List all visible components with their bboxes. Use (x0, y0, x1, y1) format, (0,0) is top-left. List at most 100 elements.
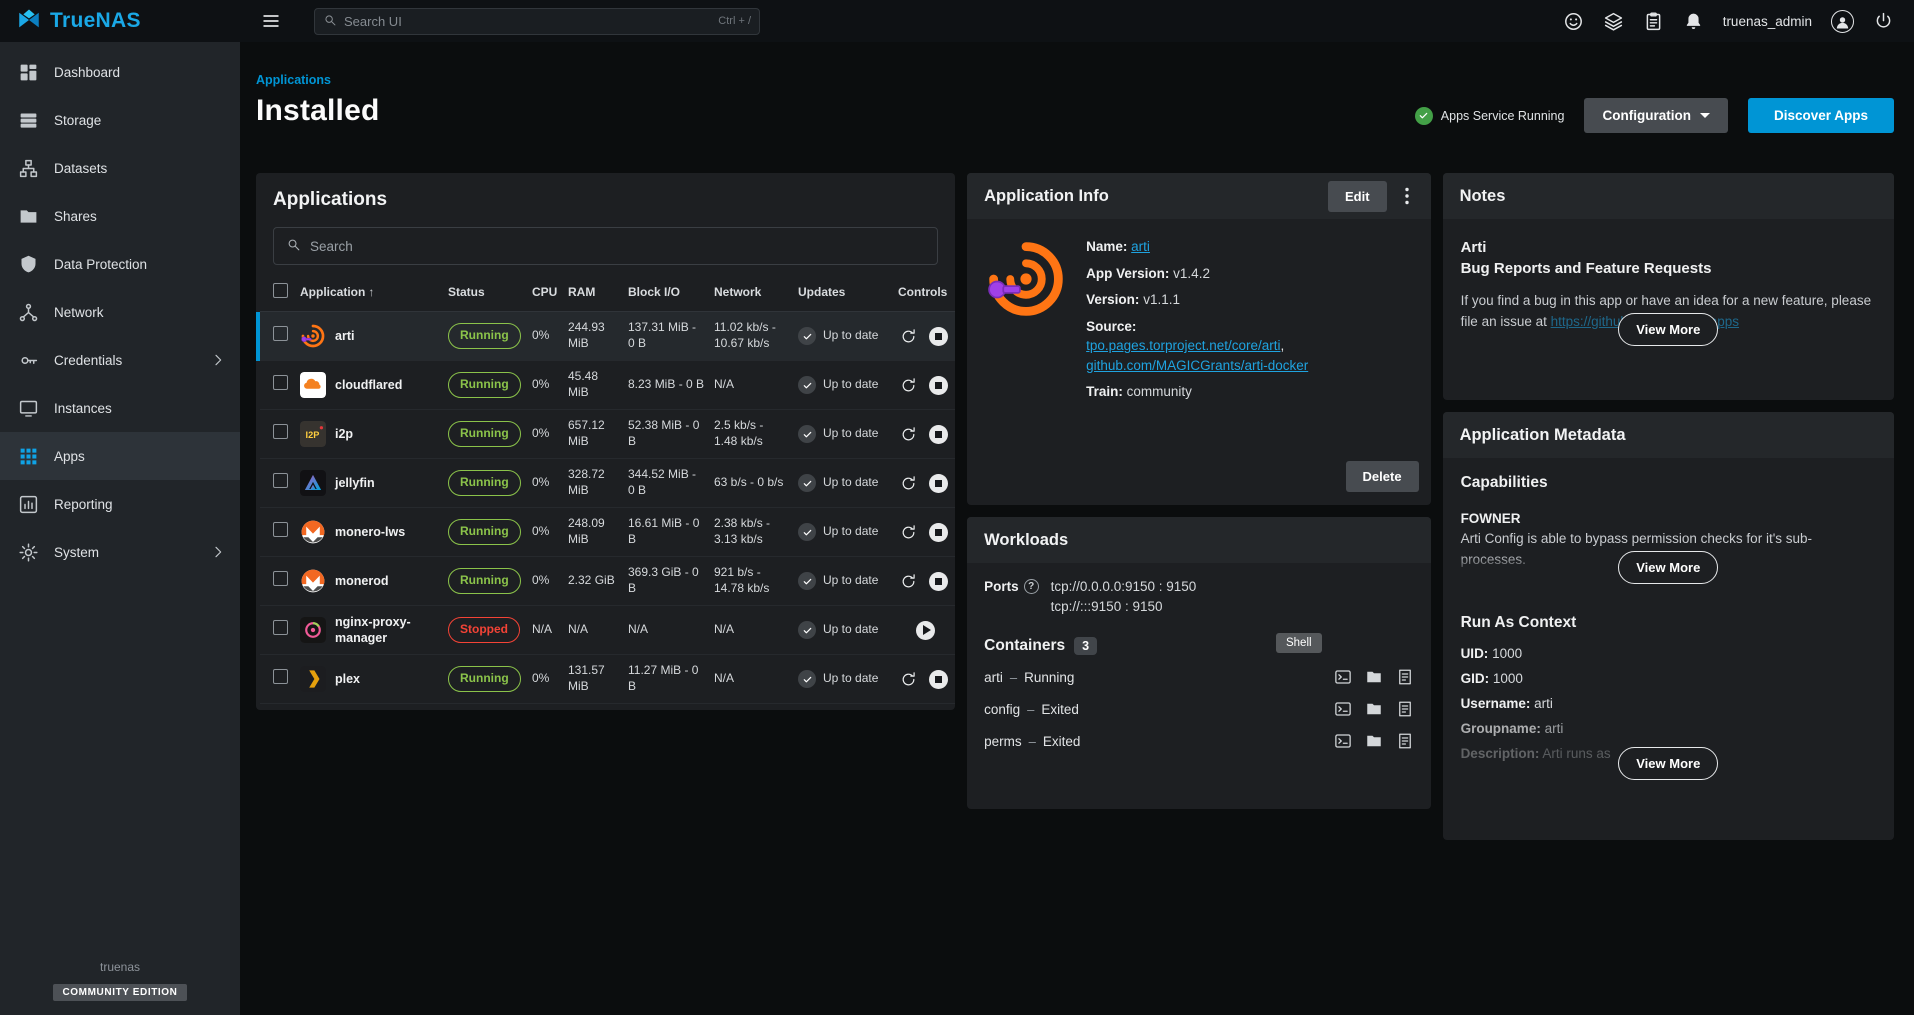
stop-button[interactable] (929, 474, 948, 493)
app-row-cloudflared[interactable]: cloudflared Running 0% 45.48 MiB 8.23 Mi… (258, 361, 955, 410)
row-checkbox[interactable] (273, 571, 288, 586)
jobs-layers-icon[interactable] (1603, 11, 1624, 32)
row-checkbox[interactable] (273, 522, 288, 537)
stop-button[interactable] (929, 670, 948, 689)
app-row-nginx-proxy-manager[interactable]: nginx-proxy-manager Stopped N/A N/A N/A … (258, 606, 955, 655)
sidebar-item-datasets[interactable]: Datasets (0, 144, 240, 192)
capabilities-view-more-button[interactable]: View More (1618, 551, 1718, 584)
run-as-view-more-button[interactable]: View More (1618, 747, 1718, 780)
app-icon-nginx-proxy-manager (300, 617, 326, 643)
block-io-value: 369.3 GiB - 0 B (624, 557, 710, 606)
app-row-arti[interactable]: arti Running 0% 244.93 MiB 137.31 MiB - … (258, 312, 955, 361)
restart-button[interactable] (898, 375, 918, 395)
sidebar-item-shares[interactable]: Shares (0, 192, 240, 240)
stop-button[interactable] (929, 327, 948, 346)
shell-tooltip: Shell (1276, 633, 1322, 653)
discover-apps-button[interactable]: Discover Apps (1748, 98, 1894, 133)
help-icon[interactable]: ? (1024, 579, 1039, 594)
app-row-jellyfin[interactable]: jellyfin Running 0% 328.72 MiB 344.52 Mi… (258, 459, 955, 508)
sidebar-item-system[interactable]: System (0, 528, 240, 576)
block-io-value: 11.27 MiB - 0 B (624, 655, 710, 704)
restart-button[interactable] (898, 326, 918, 346)
restart-button[interactable] (898, 424, 918, 444)
shell-icon[interactable] (1334, 700, 1352, 718)
breadcrumb[interactable]: Applications (256, 73, 331, 87)
hostname-label: truenas (0, 960, 240, 974)
kebab-menu-icon[interactable] (1395, 184, 1419, 208)
logs-icon[interactable] (1396, 668, 1414, 686)
status-badge: Running (448, 519, 521, 545)
capability-name: FOWNER (1461, 511, 1876, 526)
sidebar-item-storage[interactable]: Storage (0, 96, 240, 144)
notes-view-more-button[interactable]: View More (1618, 313, 1718, 346)
menu-icon[interactable] (254, 4, 288, 38)
sidebar-item-credentials[interactable]: Credentials (0, 336, 240, 384)
row-checkbox[interactable] (273, 424, 288, 439)
sidebar-item-instances[interactable]: Instances (0, 384, 240, 432)
shell-icon[interactable] (1334, 732, 1352, 750)
page-title: Installed (256, 94, 380, 128)
restart-button[interactable] (898, 522, 918, 542)
ram-value: 657.12 MiB (564, 410, 624, 459)
instances-icon (18, 398, 39, 419)
configuration-button[interactable]: Configuration (1584, 98, 1727, 133)
global-search-input[interactable] (344, 14, 711, 29)
delete-button[interactable]: Delete (1346, 461, 1419, 492)
app-icon-cloudflared (300, 372, 326, 398)
run-as-field: UID: 1000 (1461, 642, 1876, 667)
applications-table-body: arti Running 0% 244.93 MiB 137.31 MiB - … (258, 312, 955, 704)
app-row-plex[interactable]: plex Running 0% 131.57 MiB 11.27 MiB - 0… (258, 655, 955, 704)
source-link[interactable]: tpo.pages.torproject.net/core/arti (1086, 338, 1280, 353)
app-row-monero-lws[interactable]: monero-lws Running 0% 248.09 MiB 16.61 M… (258, 508, 955, 557)
sidebar-item-data-protection[interactable]: Data Protection (0, 240, 240, 288)
select-all-checkbox[interactable] (273, 283, 288, 298)
apps-search[interactable] (273, 227, 938, 265)
notifications-bell-icon[interactable] (1683, 11, 1704, 32)
source-link[interactable]: github.com/MAGICGrants/arti-docker (1086, 358, 1308, 373)
restart-button[interactable] (898, 473, 918, 493)
start-button[interactable] (916, 621, 935, 640)
column-application[interactable]: Application↑ (296, 273, 444, 312)
row-controls (894, 410, 955, 459)
up-to-date-icon (798, 376, 816, 394)
tasks-clipboard-icon[interactable] (1643, 11, 1664, 32)
edit-button[interactable]: Edit (1328, 181, 1387, 212)
restart-button[interactable] (898, 571, 918, 591)
logs-icon[interactable] (1396, 700, 1414, 718)
row-checkbox[interactable] (273, 473, 288, 488)
containers-list: arti – Running config – Exited perms – E… (984, 661, 1413, 757)
sidebar-item-dashboard[interactable]: Dashboard (0, 48, 240, 96)
row-checkbox[interactable] (273, 375, 288, 390)
sidebar-item-reporting[interactable]: Reporting (0, 480, 240, 528)
row-checkbox[interactable] (273, 669, 288, 684)
feedback-smiley-icon[interactable] (1563, 11, 1584, 32)
volumes-folder-icon[interactable] (1365, 700, 1383, 718)
logs-icon[interactable] (1396, 732, 1414, 750)
row-checkbox[interactable] (273, 620, 288, 635)
app-row-monerod[interactable]: monerod Running 0% 2.32 GiB 369.3 GiB - … (258, 557, 955, 606)
volumes-folder-icon[interactable] (1365, 668, 1383, 686)
notes-title: Notes (1460, 187, 1506, 206)
shell-icon[interactable] (1334, 668, 1352, 686)
global-search[interactable]: Ctrl + / (314, 8, 760, 35)
search-shortcut: Ctrl + / (718, 15, 751, 27)
stop-button[interactable] (929, 523, 948, 542)
sidebar-item-apps[interactable]: Apps (0, 432, 240, 480)
column-controls: Controls (894, 273, 955, 312)
power-icon[interactable] (1873, 11, 1894, 32)
truenas-logo[interactable]: TrueNAS (0, 7, 240, 36)
volumes-folder-icon[interactable] (1365, 732, 1383, 750)
stop-button[interactable] (929, 572, 948, 591)
up-to-date-icon (798, 327, 816, 345)
apps-search-input[interactable] (310, 239, 925, 254)
app-name-link[interactable]: arti (1131, 239, 1150, 254)
cpu-value: 0% (528, 410, 564, 459)
row-checkbox[interactable] (273, 326, 288, 341)
sidebar-item-network[interactable]: Network (0, 288, 240, 336)
user-avatar-icon[interactable] (1831, 10, 1854, 33)
stop-button[interactable] (929, 376, 948, 395)
app-row-i2p[interactable]: I2P i2p Running 0% 657.12 MiB 52.38 MiB … (258, 410, 955, 459)
stop-button[interactable] (929, 425, 948, 444)
restart-button[interactable] (898, 669, 918, 689)
cpu-value: 0% (528, 508, 564, 557)
